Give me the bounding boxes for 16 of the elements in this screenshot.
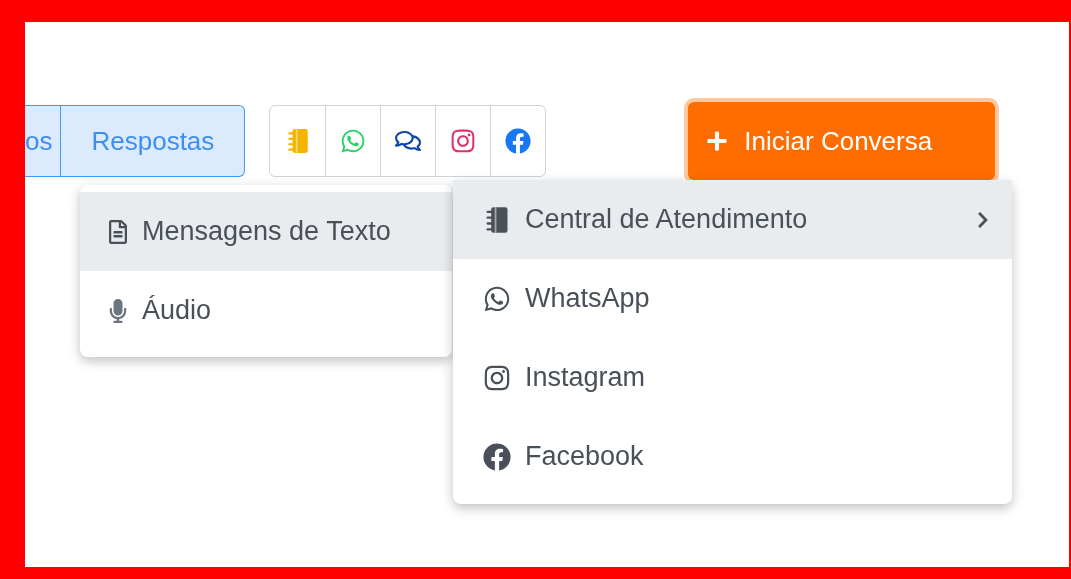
document-icon — [108, 219, 128, 244]
chat-bubbles-icon — [395, 128, 422, 154]
instagram-icon — [483, 363, 511, 392]
instagram-icon — [450, 128, 477, 154]
facebook-icon — [483, 442, 511, 471]
menu-item[interactable]: WhatsApp — [453, 259, 1012, 338]
menu-item[interactable]: Central de Atendimento — [453, 180, 1012, 259]
plus-icon — [706, 130, 729, 152]
whatsapp-icon — [483, 284, 511, 313]
menu-item[interactable]: Instagram — [453, 338, 1012, 417]
facebook-icon — [505, 128, 532, 154]
menu-item[interactable]: Mensagens de Texto — [80, 192, 452, 271]
menu-item[interactable]: Áudio — [80, 271, 452, 350]
menu-item[interactable]: Facebook — [453, 417, 1012, 496]
microphone-icon — [108, 298, 128, 323]
whatsapp-icon — [340, 128, 367, 154]
